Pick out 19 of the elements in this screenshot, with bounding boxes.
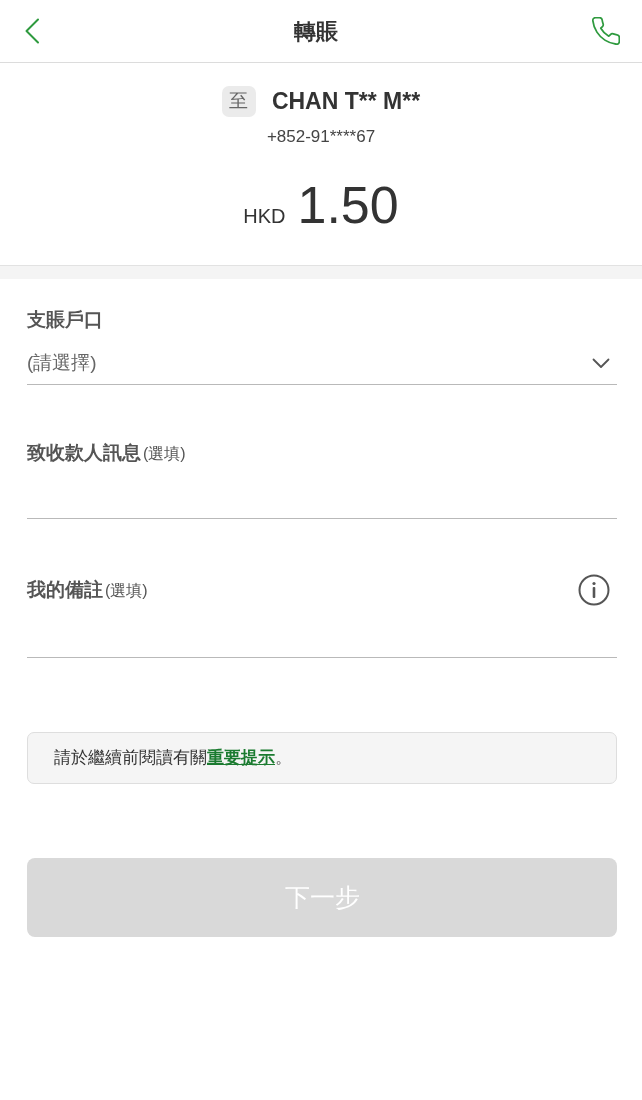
info-icon (578, 574, 610, 606)
amount-value: 1.50 (297, 175, 399, 235)
info-button[interactable] (578, 574, 610, 606)
currency-code: HKD (243, 204, 286, 228)
phone-icon (592, 17, 620, 45)
recipient-phone: +852-91****67 (266, 126, 376, 148)
field-label: 致收款人訊息(選填) (27, 441, 186, 465)
recipient-prefix: 至 (221, 85, 256, 117)
back-button[interactable] (24, 18, 40, 44)
field-label: 支賬戶口 (27, 308, 103, 332)
page-title: 轉賬 (294, 17, 338, 46)
chevron-down-icon (592, 358, 610, 369)
important-notice-link[interactable]: 重要提示 (207, 748, 275, 768)
field-label: 我的備註(選填) (27, 577, 148, 602)
notice-text: 請於繼續前閱讀有關重要提示。 (54, 747, 292, 770)
back-chevron-icon (24, 18, 40, 44)
call-button[interactable] (592, 17, 620, 45)
account-select[interactable]: (請選擇) (27, 343, 617, 385)
recipient-name: CHAN T** M** (271, 87, 421, 116)
